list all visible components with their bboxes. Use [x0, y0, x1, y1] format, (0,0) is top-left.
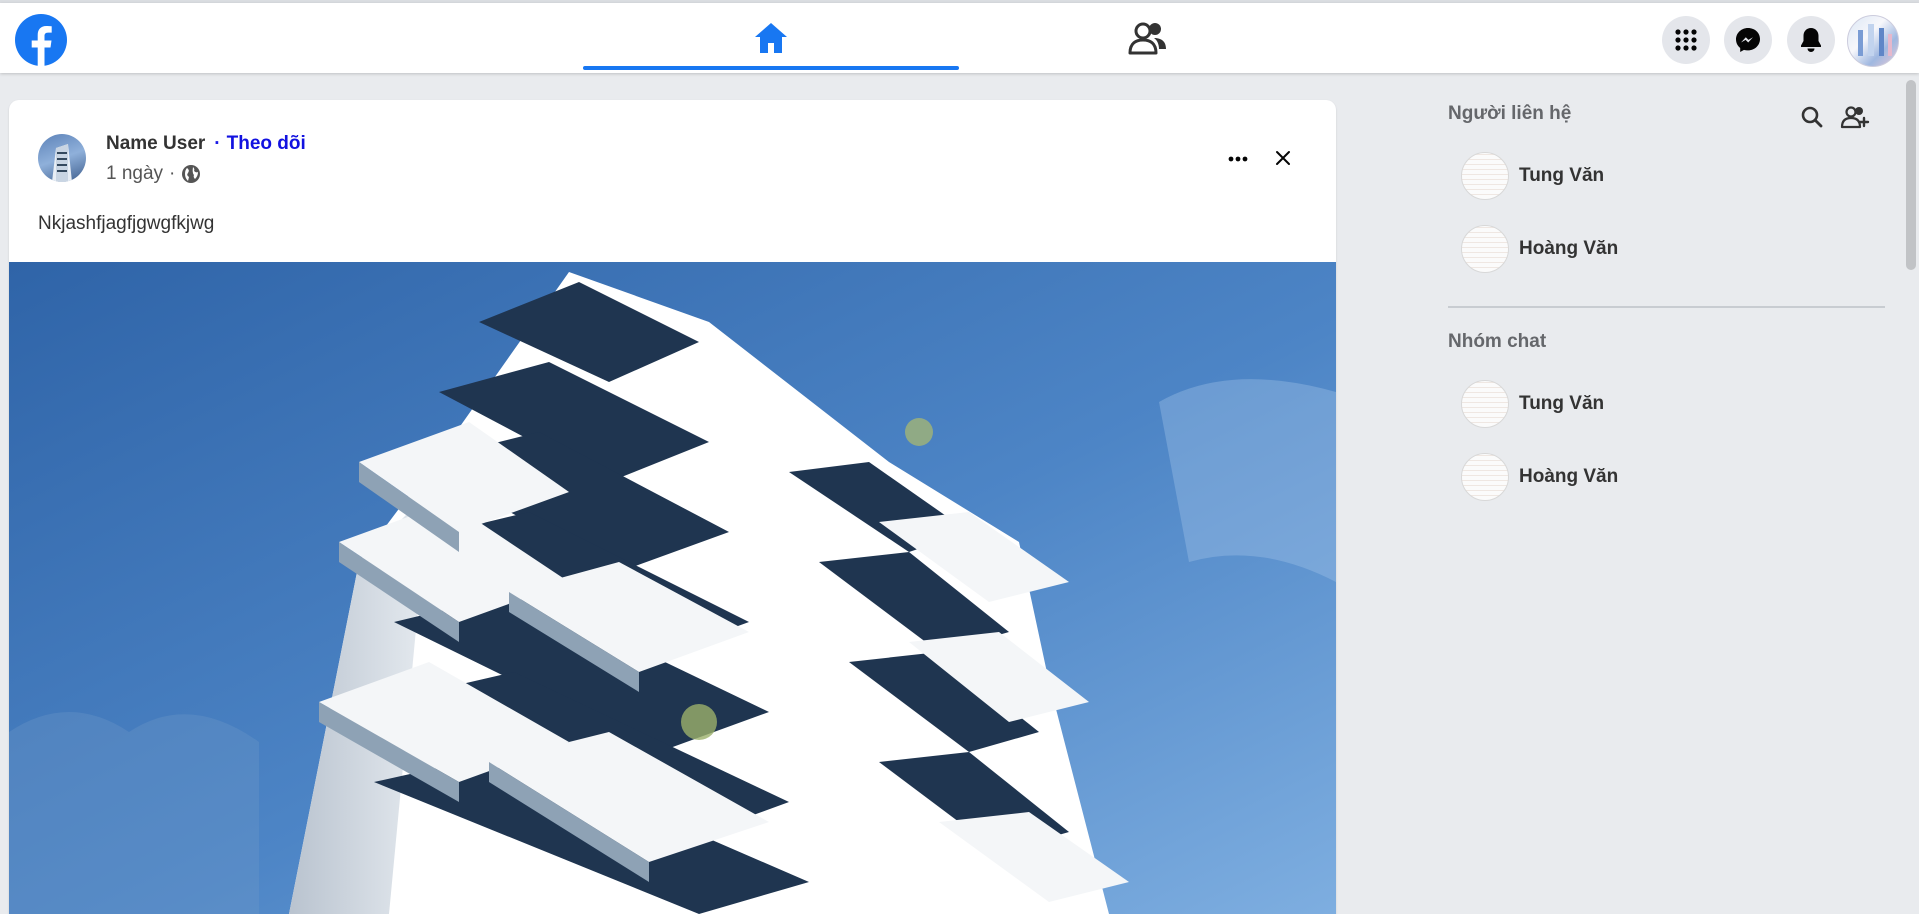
post-author-name[interactable]: Name User [106, 133, 205, 154]
page-scrollbar[interactable] [1906, 80, 1916, 270]
post-text: Nkjashfjagfjgwgfkjwg [38, 213, 215, 234]
tab-home[interactable] [583, 3, 959, 73]
more-horizontal-icon [1228, 156, 1248, 162]
contact-name: Hoàng Văn [1519, 238, 1619, 259]
contact-item[interactable]: Hoàng Văn [1461, 223, 1618, 275]
post-close-button[interactable] [1269, 144, 1297, 172]
follow-link[interactable]: Theo dõi [227, 133, 306, 154]
top-navbar [0, 3, 1919, 73]
contact-avatar [1461, 225, 1509, 273]
meta-separator: · [169, 163, 176, 184]
post-card: Name User · Theo dõi 1 ngày · Nkjashfjagfj… [9, 100, 1336, 914]
author-separator: · [214, 133, 221, 154]
contact-item[interactable]: Tung Văn [1461, 150, 1604, 202]
post-meta: 1 ngày · [106, 163, 201, 185]
account-avatar[interactable] [1847, 15, 1899, 67]
group-chat-avatar [1461, 453, 1509, 501]
close-icon [1276, 151, 1290, 165]
avatar-illustration [1858, 24, 1892, 56]
active-tab-indicator [583, 66, 959, 70]
contact-name: Tung Văn [1519, 165, 1605, 186]
group-chat-item[interactable]: Hoàng Văn [1461, 451, 1618, 503]
search-icon [1801, 106, 1823, 128]
group-chat-avatar [1461, 380, 1509, 428]
right-sidebar: Người liên hệ Tung Văn Hoàng Văn Nhóm ch… [1447, 73, 1887, 914]
group-chat-item[interactable]: Tung Văn [1461, 378, 1604, 430]
author-avatar-image [52, 144, 72, 182]
grid-menu-icon [1675, 29, 1697, 51]
tab-friends[interactable] [960, 3, 1336, 73]
sidebar-divider [1448, 306, 1885, 308]
notifications-button[interactable] [1787, 16, 1835, 64]
messenger-button[interactable] [1724, 16, 1772, 64]
add-friends-icon [1840, 106, 1870, 129]
messenger-icon [1736, 28, 1760, 52]
add-contact-button[interactable] [1839, 101, 1871, 133]
post-options-button[interactable] [1222, 148, 1254, 170]
menu-button[interactable] [1662, 16, 1710, 64]
post-image-building[interactable] [9, 262, 1336, 914]
friends-icon [1128, 22, 1166, 55]
group-chat-name: Tung Văn [1519, 393, 1605, 414]
group-chat-name: Hoàng Văn [1519, 466, 1619, 487]
post-time[interactable]: 1 ngày [106, 163, 163, 185]
post-author-avatar[interactable] [38, 134, 86, 182]
group-chats-title: Nhóm chat [1448, 331, 1547, 352]
globe-icon[interactable] [181, 164, 201, 184]
facebook-logo-icon[interactable] [15, 14, 67, 66]
contact-avatar [1461, 152, 1509, 200]
post-author-line: Name User · Theo dõi [106, 133, 306, 155]
contacts-search-button[interactable] [1796, 101, 1828, 133]
bell-icon [1801, 28, 1821, 52]
contacts-title: Người liên hệ [1448, 103, 1572, 124]
home-icon [755, 23, 787, 53]
